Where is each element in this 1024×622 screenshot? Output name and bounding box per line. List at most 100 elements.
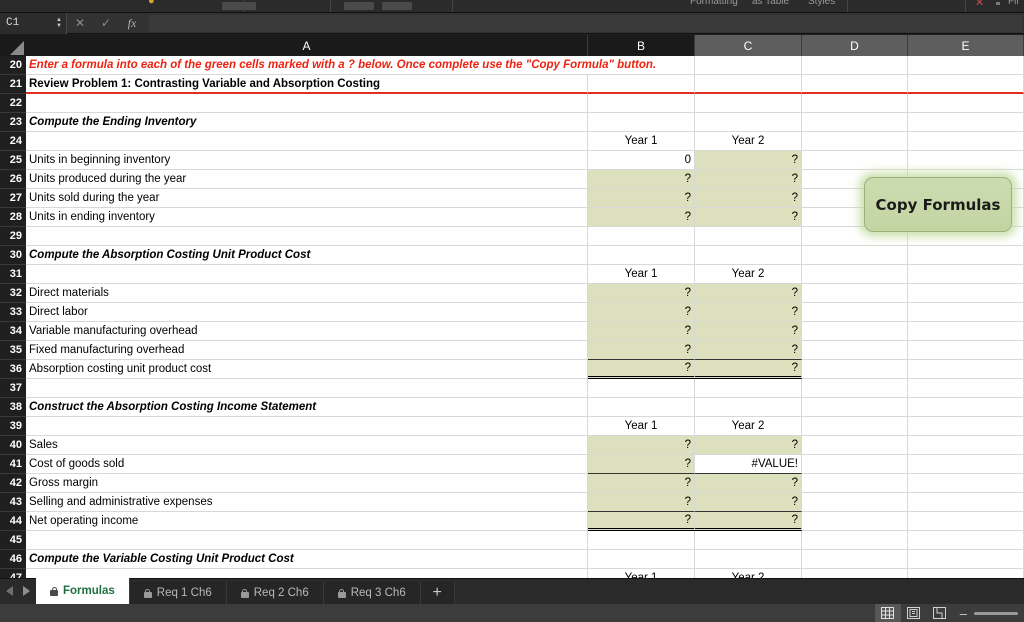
ribbon-chip[interactable] [222,2,256,10]
cell-A42[interactable]: Gross margin [26,474,588,493]
cell-C26[interactable]: ? [695,170,802,189]
cell-C38[interactable] [695,398,802,417]
cell-B30[interactable] [588,246,695,265]
cell-D31[interactable] [802,265,908,284]
cell-E46[interactable] [908,550,1024,569]
cell-A39[interactable] [26,417,588,436]
cell-E21[interactable] [908,75,1024,94]
cell-B26[interactable]: ? [588,170,695,189]
cell-C28[interactable]: ? [695,208,802,227]
row-header-29[interactable]: 29 [0,227,26,246]
cell-A20[interactable]: Enter a formula into each of the green c… [26,56,656,75]
cell-C35[interactable]: ? [695,341,802,360]
cell-C46[interactable] [695,550,802,569]
cell-E38[interactable] [908,398,1024,417]
nav-next-arrow-icon[interactable] [23,586,30,596]
cell-E24[interactable] [908,132,1024,151]
row-header-39[interactable]: 39 [0,417,26,436]
cell-A33[interactable]: Direct labor [26,303,588,322]
cell-B23[interactable] [588,113,695,132]
row-header-32[interactable]: 32 [0,284,26,303]
cell-B33[interactable]: ? [588,303,695,322]
cell-D42[interactable] [802,474,908,493]
add-sheet-button[interactable]: + [420,582,455,604]
cell-C41[interactable]: #VALUE! [695,455,802,474]
cell-B34[interactable]: ? [588,322,695,341]
confirm-check-icon[interactable]: ✓ [93,13,119,34]
cell-D37[interactable] [802,379,908,398]
cell-C43[interactable]: ? [695,493,802,512]
cell-C20[interactable] [695,56,802,75]
cell-E25[interactable] [908,151,1024,170]
cell-E36[interactable] [908,360,1024,379]
cell-A46[interactable]: Compute the Variable Costing Unit Produc… [26,550,588,569]
cell-C33[interactable]: ? [695,303,802,322]
ribbon-chip[interactable] [382,2,412,10]
ribbon-label-filter[interactable]: Fil [1008,0,1019,7]
row-header-41[interactable]: 41 [0,455,26,474]
cell-A38[interactable]: Construct the Absorption Costing Income … [26,398,588,417]
cell-A24[interactable] [26,132,588,151]
cell-A40[interactable]: Sales [26,436,588,455]
cell-C24[interactable]: Year 2 [695,132,802,151]
cell-A25[interactable]: Units in beginning inventory [26,151,588,170]
row-header-45[interactable]: 45 [0,531,26,550]
cell-E40[interactable] [908,436,1024,455]
cell-A35[interactable]: Fixed manufacturing overhead [26,341,588,360]
cell-B39[interactable]: Year 1 [588,417,695,436]
sheet-tab-req-3-ch6[interactable]: Req 3 Ch6 [323,582,421,604]
cell-C21[interactable] [695,75,802,94]
cancel-x-icon[interactable]: ✕ [67,13,93,34]
cell-B28[interactable]: ? [588,208,695,227]
cell-A26[interactable]: Units produced during the year [26,170,588,189]
cell-B47[interactable]: Year 1 [588,569,695,578]
cell-A43[interactable]: Selling and administrative expenses [26,493,588,512]
cell-D45[interactable] [802,531,908,550]
cell-B32[interactable]: ? [588,284,695,303]
ribbon-chip[interactable] [344,2,374,10]
cell-C32[interactable]: ? [695,284,802,303]
cell-D24[interactable] [802,132,908,151]
cell-C44[interactable]: ? [695,512,802,531]
cell-C22[interactable] [695,94,802,113]
cell-E43[interactable] [908,493,1024,512]
cell-D22[interactable] [802,94,908,113]
cell-E30[interactable] [908,246,1024,265]
sheet-tab-req-1-ch6[interactable]: Req 1 Ch6 [129,582,227,604]
cell-E31[interactable] [908,265,1024,284]
sheet-tab-formulas[interactable]: Formulas [36,578,130,604]
cell-B45[interactable] [588,531,695,550]
cell-B40[interactable]: ? [588,436,695,455]
cell-D36[interactable] [802,360,908,379]
grid-body[interactable]: Enter a formula into each of the green c… [26,56,1024,578]
row-header-34[interactable]: 34 [0,322,26,341]
cell-C27[interactable]: ? [695,189,802,208]
row-header-26[interactable]: 26 [0,170,26,189]
cell-A22[interactable] [26,94,588,113]
cell-A23[interactable]: Compute the Ending Inventory [26,113,588,132]
name-box[interactable]: C1 [0,12,52,34]
cell-C39[interactable]: Year 2 [695,417,802,436]
cell-E22[interactable] [908,94,1024,113]
cell-E34[interactable] [908,322,1024,341]
row-header-43[interactable]: 43 [0,493,26,512]
cell-A32[interactable]: Direct materials [26,284,588,303]
cell-C25[interactable]: ? [695,151,802,170]
cell-D20[interactable] [802,56,908,75]
cell-C31[interactable]: Year 2 [695,265,802,284]
cell-D33[interactable] [802,303,908,322]
cell-D34[interactable] [802,322,908,341]
zoom-slider[interactable] [974,611,1018,615]
row-header-30[interactable]: 30 [0,246,26,265]
cell-C37[interactable] [695,379,802,398]
row-header-42[interactable]: 42 [0,474,26,493]
cell-B22[interactable] [588,94,695,113]
cell-E45[interactable] [908,531,1024,550]
cell-D38[interactable] [802,398,908,417]
cell-B44[interactable]: ? [588,512,695,531]
cell-E41[interactable] [908,455,1024,474]
cell-E39[interactable] [908,417,1024,436]
select-all-corner[interactable] [0,35,26,56]
cell-A47[interactable] [26,569,588,578]
cell-C30[interactable] [695,246,802,265]
